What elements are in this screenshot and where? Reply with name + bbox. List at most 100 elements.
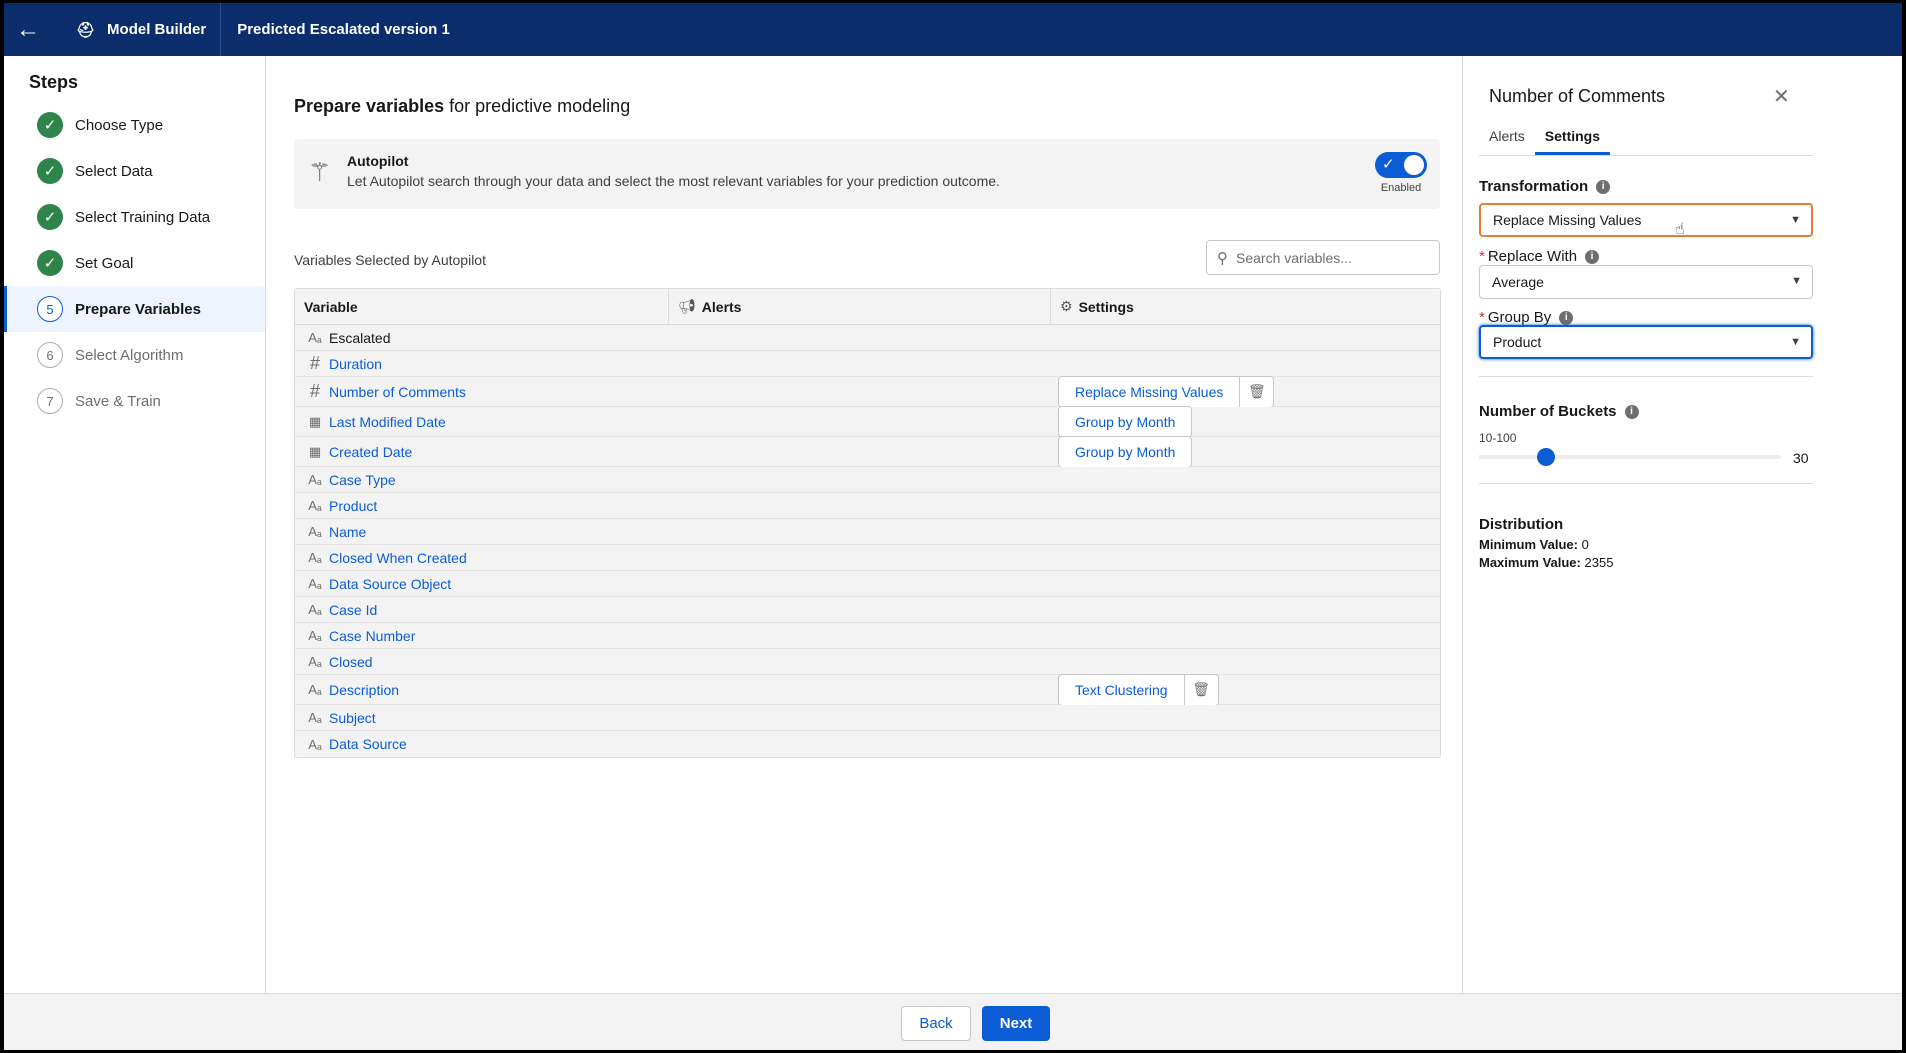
variable-name[interactable]: Last Modified Date [329,414,446,430]
table-row[interactable]: Aₐ Name [295,519,1440,545]
step-item[interactable]: ✓ Select Training Data [4,194,265,240]
variable-name[interactable]: Product [329,498,377,514]
buckets-label-text: Number of Buckets [1479,403,1617,420]
variable-cell: Aₐ Closed When Created [295,550,676,566]
app-title-text: Model Builder [107,21,207,38]
step-item[interactable]: ✓ Select Data [4,148,265,194]
settings-cell: Text Clustering 🗑︎ [1058,673,1219,706]
trash-icon[interactable]: 🗑︎ [1184,673,1219,706]
search-input[interactable] [1236,249,1416,266]
autopilot-banner: ⚚ Autopilot Let Autopilot search through… [294,139,1440,209]
slider-fill [1479,455,1547,459]
number-type-icon: # [309,353,320,373]
variable-cell: Aₐ Data Source [295,736,676,752]
transformation-button[interactable]: Replace Missing Values [1058,375,1241,408]
slider-thumb[interactable] [1537,448,1556,466]
table-row[interactable]: Aₐ Product [295,493,1440,519]
variable-name[interactable]: Closed [329,654,373,670]
distribution-max-label: Maximum Value: [1479,555,1581,570]
variable-name[interactable]: Number of Comments [329,384,466,400]
step-item[interactable]: 6 Select Algorithm [4,332,265,378]
calendar-icon: ▦ [308,413,322,429]
table-row[interactable]: Aₐ Closed [295,649,1440,675]
transformation-button[interactable]: Group by Month [1058,435,1193,468]
variable-name[interactable]: Case Number [329,628,415,644]
distribution-min-label: Minimum Value: [1479,537,1578,552]
step-item[interactable]: ✓ Set Goal [4,240,265,286]
table-row[interactable]: Aₐ Case Type [295,467,1440,493]
autopilot-toggle[interactable]: ✓ [1375,152,1427,178]
close-icon[interactable]: ✕ [1773,84,1790,109]
tab-settings[interactable]: Settings [1534,122,1611,155]
table-row[interactable]: ▦ Last Modified Date Group by Month [295,405,1440,438]
text-type-icon: Aₐ [308,710,322,725]
distribution-min: Minimum Value: 0 [1479,537,1589,552]
panel-title: Number of Comments [1489,86,1666,106]
variable-name[interactable]: Case Type [329,472,396,488]
page-title-rest: for predictive modeling [444,96,631,116]
table-row[interactable]: Aₐ Subject [295,705,1440,731]
column-header-variable-label: Variable [304,298,358,315]
step-item[interactable]: 5 Prepare Variables [4,286,265,332]
variable-name[interactable]: Data Source Object [329,576,451,592]
info-icon[interactable]: i [1596,179,1611,194]
variable-name[interactable]: Subject [329,710,376,726]
table-row[interactable]: Aₐ Closed When Created [295,545,1440,571]
variable-name[interactable]: Duration [329,356,382,372]
table-row[interactable]: Aₐ Data Source [295,731,1440,757]
search-box: ⚲ [1206,240,1440,275]
group-by-select[interactable]: Product ▼ [1479,325,1813,359]
variable-cell: Aₐ Case Type [295,472,676,488]
app-title[interactable]: ⛑ Model Builder [52,3,222,56]
table-row[interactable]: Aₐ Description Text Clustering 🗑︎ [295,673,1440,706]
search-icon: ⚲ [1217,249,1228,267]
step-item[interactable]: 7 Save & Train [4,378,265,424]
magic-wand-icon: ⚚ [308,157,332,187]
variable-name[interactable]: Case Id [329,602,377,618]
transformation-button[interactable]: Group by Month [1058,405,1193,438]
table-row[interactable]: Aₐ Case Number [295,623,1440,649]
table-row[interactable]: # Duration [295,351,1440,377]
info-icon[interactable]: i [1585,249,1600,264]
back-button[interactable]: Back [901,1006,971,1041]
variable-name[interactable]: Description [329,682,399,698]
buckets-slider[interactable] [1479,448,1781,466]
variable-name[interactable]: Data Source [329,736,407,752]
steps-list: ✓ Choose Type ✓ Select Data ✓ Select Training… [4,102,265,424]
next-button[interactable]: Next [982,1006,1050,1041]
table-row[interactable]: Aₐ Data Source Object [295,571,1440,597]
transformation-button[interactable]: Text Clustering [1058,673,1185,706]
steps-heading: Steps [29,72,79,92]
variable-cell: Aₐ Subject [295,710,676,726]
column-header-variable[interactable]: Variable [295,289,669,324]
column-header-settings[interactable]: ⚙ Settings [1051,289,1440,324]
tab-alerts[interactable]: Alerts [1479,122,1535,155]
hand-cursor-icon: ☝ [1675,221,1685,238]
table-row[interactable]: # Number of Comments Replace Missing Value… [295,375,1440,408]
step-label: Select Algorithm [75,346,184,364]
autopilot-title: Autopilot [347,153,409,169]
replace-with-select[interactable]: Average ▼ [1479,265,1813,299]
distribution-max: Maximum Value: 2355 [1479,555,1613,570]
trash-icon[interactable]: 🗑︎ [1240,375,1275,408]
transformation-label-text: Transformation [1479,178,1589,195]
step-item[interactable]: ✓ Choose Type [4,102,265,148]
alert-megaphone-icon: 📢︎ [678,298,696,314]
back-arrow-icon[interactable]: ← [4,3,52,56]
column-header-alerts-label: Alerts [701,298,742,315]
column-header-alerts[interactable]: 📢︎ Alerts [669,289,1051,324]
settings-cell: Group by Month [1058,405,1193,438]
table-row[interactable]: ▦ Created Date Group by Month [295,435,1440,468]
info-icon[interactable]: i [1624,404,1639,419]
calendar-icon: ▦ [308,443,322,459]
variable-name[interactable]: Closed When Created [329,550,467,566]
variable-name[interactable]: Created Date [329,444,412,460]
check-circle-icon: ✓ [37,250,63,276]
table-row[interactable]: Aₐ Escalated [295,325,1440,351]
variable-name[interactable]: Name [329,524,366,540]
text-type-icon: Aₐ [308,550,322,565]
text-type-icon: Aₐ [308,654,322,669]
info-icon[interactable]: i [1559,310,1574,325]
table-row[interactable]: Aₐ Case Id [295,597,1440,623]
transformation-select[interactable]: Replace Missing Values ▼ [1479,203,1813,237]
